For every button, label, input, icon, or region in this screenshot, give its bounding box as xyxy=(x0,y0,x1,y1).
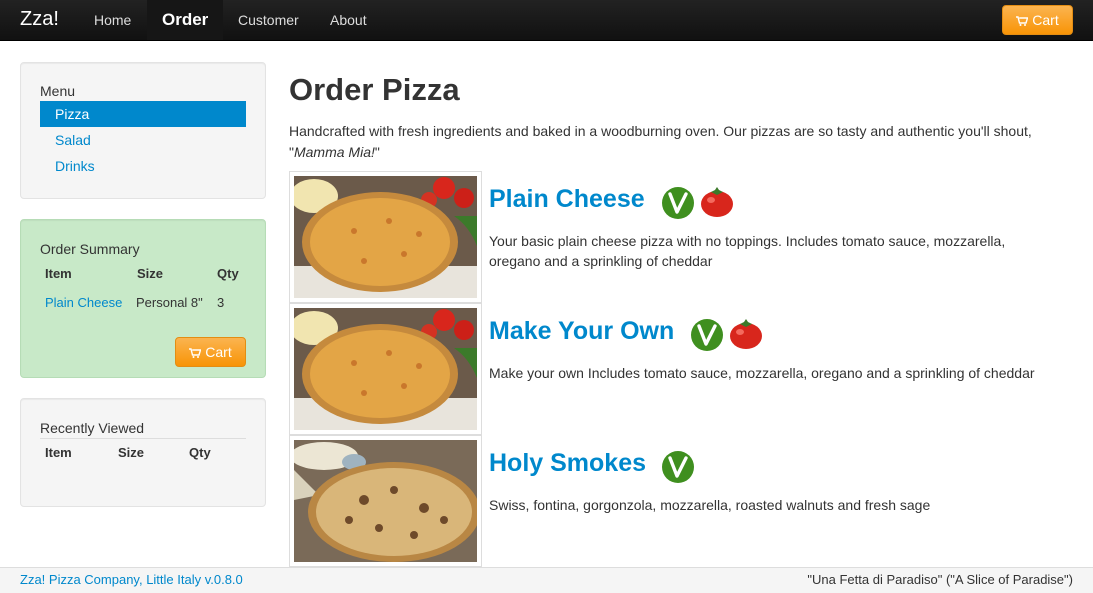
order-summary-panel: Order Summary Item Size Qty Plain Cheese… xyxy=(20,219,266,378)
product-description-plain-cheese: Your basic plain cheese pizza with no to… xyxy=(489,233,1006,269)
recently-viewed-col-item: Item xyxy=(45,445,72,460)
brand-logo[interactable]: Zza! xyxy=(20,8,59,31)
pizza-image xyxy=(294,440,477,562)
navbar-cart-button[interactable]: Cart xyxy=(1002,5,1073,35)
order-row-qty: 3 xyxy=(217,295,225,310)
product-name-holy-smokes[interactable]: Holy Smokes xyxy=(489,449,646,478)
recently-viewed-title: Recently Viewed xyxy=(40,420,145,436)
tomato-icon xyxy=(701,187,733,217)
order-row-size: Personal 8" xyxy=(136,295,203,310)
order-summary-cart-button[interactable]: Cart xyxy=(175,337,246,367)
product-name-make-your-own[interactable]: Make Your Own xyxy=(489,317,674,346)
product-description-holy-smokes: Swiss, fontina, gorgonzola, mozzarella, … xyxy=(489,497,931,513)
order-summary-col-item: Item xyxy=(45,266,72,281)
order-summary-title: Order Summary xyxy=(40,241,140,257)
intro-text-body: Handcrafted with fresh ingredients and b… xyxy=(289,123,1032,160)
shopping-cart-icon xyxy=(1016,16,1029,26)
order-row-item[interactable]: Plain Cheese xyxy=(45,295,122,310)
page-title: Order Pizza xyxy=(289,72,460,107)
menu-item-drinks[interactable]: Drinks xyxy=(40,153,246,179)
menu-item-pizza[interactable]: Pizza xyxy=(40,101,246,127)
nav-customer[interactable]: Customer xyxy=(222,0,315,40)
pizza-image xyxy=(294,308,477,430)
recently-viewed-divider xyxy=(40,438,246,439)
order-summary-col-size: Size xyxy=(137,266,164,281)
menu-panel: Menu Pizza Salad Drinks xyxy=(20,62,266,199)
recently-viewed-col-size: Size xyxy=(118,445,145,460)
vegetarian-icon xyxy=(662,451,694,483)
product-image-make-your-own[interactable] xyxy=(289,303,482,435)
menu-item-salad[interactable]: Salad xyxy=(40,127,246,153)
intro-text-end: " xyxy=(374,144,380,160)
product-description-make-your-own: Make your own Includes tomato sauce, moz… xyxy=(489,365,1035,381)
product-image-plain-cheese[interactable] xyxy=(289,171,482,303)
footer-tagline: "Una Fetta di Paradiso" ("A Slice of Par… xyxy=(807,572,1073,587)
navbar-cart-label: Cart xyxy=(1032,12,1059,28)
navbar: Zza! Home Order Customer About Cart xyxy=(0,0,1093,41)
product-name-plain-cheese[interactable]: Plain Cheese xyxy=(489,185,645,214)
intro-text-emphasis: Mamma Mia! xyxy=(293,144,375,160)
intro-text: Handcrafted with fresh ingredients and b… xyxy=(289,121,1079,163)
nav-home[interactable]: Home xyxy=(78,0,147,40)
order-summary-col-qty: Qty xyxy=(217,266,239,281)
vegetarian-icon xyxy=(662,187,694,219)
nav-about[interactable]: About xyxy=(314,0,383,40)
tomato-icon xyxy=(730,319,762,349)
footer: Zza! Pizza Company, Little Italy v.0.8.0… xyxy=(0,567,1093,593)
vegetarian-icon xyxy=(691,319,723,351)
recently-viewed-col-qty: Qty xyxy=(189,445,211,460)
recently-viewed-panel: Recently Viewed Item Size Qty xyxy=(20,398,266,507)
shopping-cart-icon xyxy=(189,348,202,358)
product-image-holy-smokes[interactable] xyxy=(289,435,482,567)
order-summary-cart-label: Cart xyxy=(205,344,232,360)
nav-order[interactable]: Order xyxy=(147,0,223,40)
pizza-image xyxy=(294,176,477,298)
footer-company-link[interactable]: Zza! Pizza Company, Little Italy v.0.8.0 xyxy=(20,572,243,587)
menu-title: Menu xyxy=(40,83,76,99)
